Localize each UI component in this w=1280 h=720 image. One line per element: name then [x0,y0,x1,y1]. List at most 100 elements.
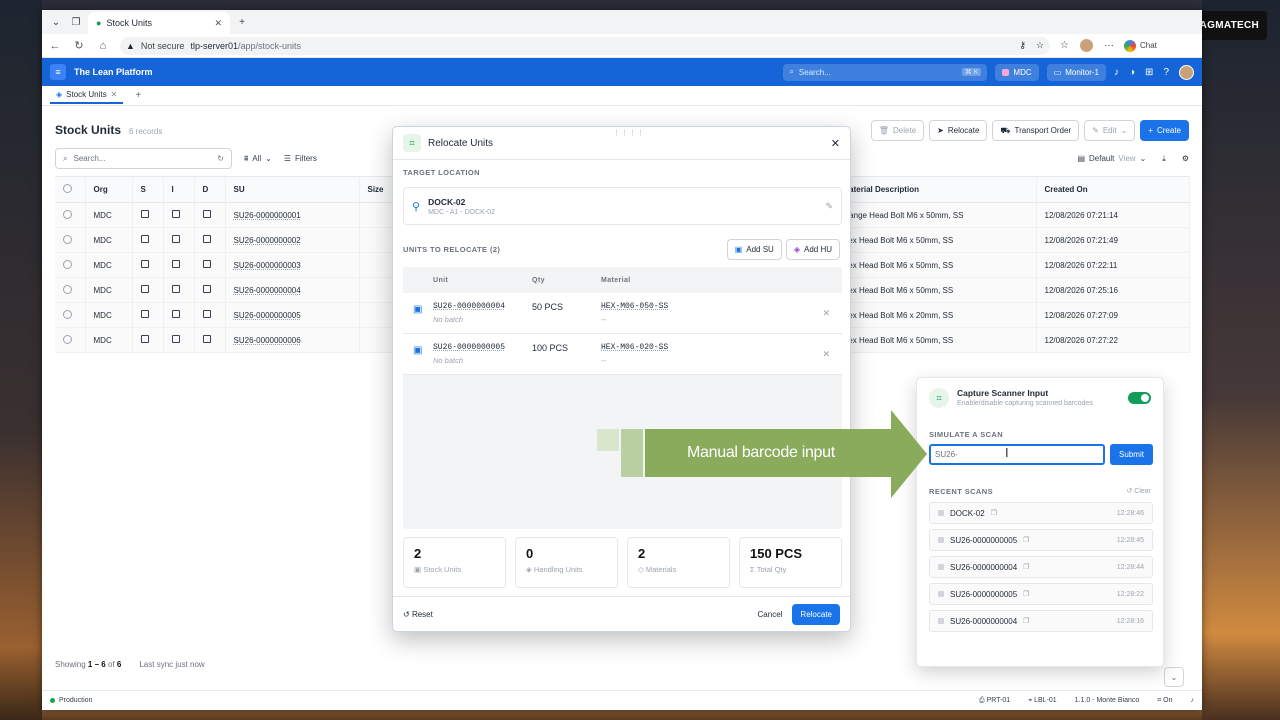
deleted-checkbox[interactable] [202,210,211,218]
reload-icon[interactable]: ↻ [72,39,86,52]
recent-scan-item[interactable]: SU26-0000000005 ❐ 12:28:45 [929,529,1153,551]
unit-row[interactable]: ▣ SU26-0000000005 No batch 100 PCS HEX-M06-0… [403,334,842,375]
printer-status[interactable]: ⎙ PRT-01 [979,697,1010,705]
grid-icon[interactable]: ⊞ [1145,67,1153,78]
capture-toggle[interactable] [1128,392,1151,404]
global-search[interactable]: ⌕ Search... ⌘ K [783,63,988,81]
more-icon[interactable]: ··· [1104,40,1114,51]
menu-icon[interactable]: ≡ [50,64,66,80]
status-checkbox[interactable] [140,310,149,318]
refresh-icon[interactable]: ↻ [217,154,224,163]
help-icon[interactable]: ? [1163,67,1169,78]
edit-icon[interactable]: ✎ [825,201,833,212]
tab-list-icon[interactable]: ⌄ [48,14,64,30]
copy-icon[interactable]: ❐ [1023,563,1029,571]
deleted-checkbox[interactable] [202,260,211,268]
recent-scan-item[interactable]: SU26-0000000004 ❐ 12:28:44 [929,556,1153,578]
su-link[interactable]: SU26-0000000002 [225,227,360,253]
copy-icon[interactable]: ❐ [1023,536,1029,544]
unit-row[interactable]: ▣ SU26-0000000004 No batch 50 PCS HEX-M06-05… [403,293,842,334]
star-icon[interactable]: ☆ [1036,40,1044,51]
table-search-input[interactable]: ⌕ Search... ↻ [55,148,232,169]
target-location-card[interactable]: ⚲ DOCK-02 MDC - A1 - DOCK-02 ✎ [403,187,842,225]
copy-icon[interactable]: ❐ [1023,617,1029,625]
copy-icon[interactable]: ❐ [991,509,997,517]
su-link[interactable]: SU26-0000000001 [225,202,360,228]
inventory-checkbox[interactable] [171,335,180,343]
key-icon[interactable]: ⚷ [1019,40,1026,51]
status-checkbox[interactable] [140,235,149,243]
inventory-checkbox[interactable] [171,210,180,218]
org-chip[interactable]: MDC [995,63,1039,81]
transport-order-button[interactable]: ⛟ Transport Order [992,120,1080,141]
row-select-radio[interactable] [63,234,72,244]
deleted-checkbox[interactable] [202,285,211,293]
inventory-checkbox[interactable] [171,285,180,293]
user-avatar[interactable] [1179,64,1194,80]
su-link[interactable]: SU26-0000000006 [225,327,360,353]
new-tab-icon[interactable]: + [234,14,250,30]
inventory-checkbox[interactable] [171,310,180,318]
scan-input[interactable]: SU26- [929,444,1105,465]
close-icon[interactable]: ✕ [831,137,840,150]
row-select-radio[interactable] [63,209,72,219]
chat-button[interactable]: Chat [1123,39,1157,52]
contrast-icon[interactable]: ◑ [1129,67,1135,78]
recent-scan-item[interactable]: SU26-0000000004 ❐ 12:28:16 [929,610,1153,632]
submit-button[interactable]: Submit [1110,444,1153,465]
bell-icon[interactable]: ♪ [1114,67,1119,78]
edit-button[interactable]: ✎ Edit ⌄ [1084,120,1136,141]
profile-avatar[interactable] [1078,38,1094,53]
select-all-radio[interactable] [63,184,72,193]
relocate-submit-button[interactable]: Relocate [792,603,840,625]
status-checkbox[interactable] [140,210,149,218]
monitor-chip[interactable]: ▭ Monitor-1 [1046,63,1106,81]
su-link[interactable]: SU26-0000000005 [225,302,360,328]
add-hu-button[interactable]: ◈ Add HU [785,239,840,260]
back-icon[interactable]: ← [48,40,62,52]
all-filter[interactable]: ⩩ All ⌄ [244,154,272,164]
recent-scan-item[interactable]: SU26-0000000005 ❐ 12:28:22 [929,583,1153,605]
close-tab-icon[interactable]: ✕ [214,18,222,29]
status-checkbox[interactable] [140,285,149,293]
su-link[interactable]: SU26-0000000003 [225,252,360,278]
inventory-checkbox[interactable] [171,235,180,243]
deleted-checkbox[interactable] [202,235,211,243]
expand-button[interactable]: ⌄ [1164,667,1184,687]
deleted-checkbox[interactable] [202,310,211,318]
label-status[interactable]: ⌖ LBL-01 [1028,697,1056,705]
relocate-button[interactable]: ➤ Relocate [929,120,988,141]
tab-groups-icon[interactable]: ❐ [68,14,84,30]
url-field[interactable]: ▲ Not secure tlp-server01/app/stock-unit… [120,36,1050,55]
copy-icon[interactable]: ❐ [1023,590,1029,598]
status-checkbox[interactable] [140,335,149,343]
reset-button[interactable]: ↺ Reset [403,610,433,619]
delete-button[interactable]: 🗑 Delete [870,120,925,141]
favorites-icon[interactable]: ☆ [1060,40,1069,51]
status-checkbox[interactable] [140,260,149,268]
add-su-button[interactable]: ▣ Add SU [726,239,782,260]
drag-handle-icon[interactable]: ⋮⋮⋮⋮ [613,129,645,137]
inventory-checkbox[interactable] [171,260,180,268]
row-select-radio[interactable] [63,309,72,319]
row-select-radio[interactable] [63,259,72,269]
cancel-button[interactable]: Cancel [758,610,783,619]
remove-unit-icon[interactable]: ✕ [822,349,830,360]
download-icon[interactable]: ⤓ [1162,154,1166,164]
remove-unit-icon[interactable]: ✕ [822,308,830,319]
home-icon[interactable]: ⌂ [96,40,110,52]
scanner-status[interactable]: ⌗ On [1157,697,1172,705]
create-button[interactable]: + Create [1140,120,1189,141]
row-select-radio[interactable] [63,284,72,294]
add-tab-icon[interactable]: + [135,90,141,101]
filters-button[interactable]: ☰ Filters [284,154,317,163]
view-selector[interactable]: ▤ Default View ⌄ [1077,154,1146,163]
row-select-radio[interactable] [63,334,72,344]
gear-icon[interactable]: ⚙ [1182,154,1189,163]
deleted-checkbox[interactable] [202,335,211,343]
bell-icon[interactable]: ♪ [1191,697,1195,704]
su-link[interactable]: SU26-0000000004 [225,277,360,303]
recent-scan-item[interactable]: DOCK-02 ❐ 12:28:46 [929,502,1153,524]
browser-tab[interactable]: ● Stock Units ✕ [88,12,230,34]
tab-stock-units[interactable]: ◈ Stock Units ✕ [50,87,124,104]
